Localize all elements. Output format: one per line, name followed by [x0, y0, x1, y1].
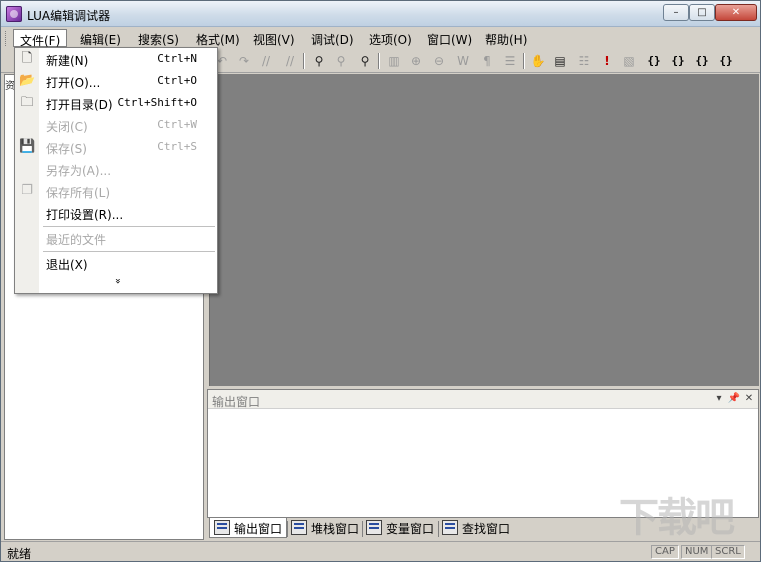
step-over-icon[interactable]: {} [667, 52, 689, 70]
output-panel-header: 输出窗口 ▾ 📌 ✕ [208, 390, 758, 409]
menu-window[interactable]: 窗口(W) [421, 29, 478, 47]
menu-grip[interactable] [5, 31, 8, 46]
menu-item-new[interactable]: 🗋 新建(N) Ctrl+N [15, 48, 217, 70]
menu-item-shortcut: Ctrl+W [157, 118, 197, 131]
menu-item-exit[interactable]: 退出(X) [15, 252, 217, 274]
panel-close-icon[interactable]: ✕ [742, 392, 756, 406]
output-panel-title: 输出窗口 [212, 395, 261, 409]
stack-icon[interactable]: ▤ [551, 52, 569, 70]
menu-item-label: 打开(O)... [46, 76, 101, 90]
menu-item-print-setup[interactable]: 打印设置(R)... [15, 202, 217, 224]
menu-item-label: 保存所有(L) [46, 186, 111, 200]
paragraph-icon[interactable]: ¶ [478, 52, 496, 70]
tab-label: 变量窗口 [386, 522, 435, 536]
menu-item-save-as[interactable]: 另存为(A)... [15, 158, 217, 180]
menu-view[interactable]: 视图(V) [247, 29, 301, 47]
menu-item-shortcut: Ctrl+O [157, 74, 197, 87]
menu-item-label: 另存为(A)... [46, 164, 112, 178]
tab-variables-window[interactable]: 变量窗口 [362, 518, 438, 538]
menu-item-shortcut: Ctrl+S [157, 140, 197, 153]
tab-label: 堆栈窗口 [311, 522, 360, 536]
run-to-cursor-icon[interactable]: {} [715, 52, 737, 70]
menu-item-label: 保存(S) [46, 142, 87, 156]
tab-label: 查找窗口 [462, 522, 511, 536]
output-window-icon [214, 520, 230, 535]
scrl-indicator: SCRL [711, 545, 745, 559]
menu-item-label: 打开目录(D) [46, 98, 113, 112]
step-out-icon[interactable]: {} [691, 52, 713, 70]
step-into-icon[interactable]: {} [643, 52, 665, 70]
status-bar: 就绪 CAP NUM SCRL [1, 541, 760, 561]
output-panel[interactable]: 输出窗口 ▾ 📌 ✕ [207, 389, 759, 518]
menu-item-open[interactable]: 📂 打开(O)... Ctrl+O [15, 70, 217, 92]
num-indicator: NUM [681, 545, 713, 559]
toolbar-separator [523, 53, 525, 69]
toolbar-separator [378, 53, 380, 69]
zoom-in-icon[interactable]: ⊕ [407, 52, 425, 70]
editor-area[interactable] [209, 74, 759, 386]
find-in-files-icon[interactable]: ⚲ [356, 52, 374, 70]
save-icon: 💾 [19, 139, 36, 154]
stack-window-icon [291, 520, 307, 535]
tab-output-window[interactable]: 输出窗口 [209, 518, 288, 538]
menu-file[interactable]: 文件(F) [13, 29, 68, 48]
menu-item-label: 退出(X) [46, 258, 88, 272]
window-title: LUA编辑调试器 [27, 9, 111, 23]
maximize-button[interactable]: □ [689, 4, 715, 21]
menu-edit[interactable]: 编辑(E) [74, 29, 127, 47]
bottom-tab-bar: 输出窗口 堆栈窗口 变量窗口 查找窗口 [207, 518, 759, 540]
menu-item-label: 新建(N) [46, 54, 89, 68]
open-directory-icon: 🗀 [20, 95, 34, 110]
find-icon[interactable]: ⚲ [310, 52, 328, 70]
menu-item-label: 关闭(C) [46, 120, 88, 134]
word-wrap-icon[interactable]: W [454, 52, 472, 70]
menu-search[interactable]: 搜索(S) [132, 29, 185, 47]
file-menu-dropdown: 🗋 新建(N) Ctrl+N 📂 打开(O)... Ctrl+O 🗀 打开目录(… [14, 47, 218, 294]
app-window: LUA编辑调试器 – □ ✕ 文件(F) 编辑(E) 搜索(S) 格式(M) 视… [0, 0, 761, 562]
breakpoint-icon[interactable]: ! [598, 52, 616, 70]
menu-item-label: 最近的文件 [46, 233, 107, 247]
menu-item-close[interactable]: 关闭(C) Ctrl+W [15, 114, 217, 136]
tab-stack-window[interactable]: 堆栈窗口 [287, 518, 363, 538]
indent-icon[interactable]: ☰ [501, 52, 519, 70]
find-next-icon[interactable]: ⚲ [332, 52, 350, 70]
title-bar[interactable]: LUA编辑调试器 – □ ✕ [1, 1, 760, 27]
list-icon[interactable]: ☷ [575, 52, 593, 70]
menu-item-label: 打印设置(R)... [46, 208, 124, 222]
cap-indicator: CAP [651, 545, 679, 559]
menu-bar: 文件(F) 编辑(E) 搜索(S) 格式(M) 视图(V) 调试(D) 选项(O… [1, 27, 760, 49]
menu-item-recent-files[interactable]: 最近的文件 [15, 227, 217, 249]
save-all-icon: ❐ [21, 183, 33, 198]
menu-item-save-all[interactable]: ❐ 保存所有(L) [15, 180, 217, 202]
redo-icon[interactable]: ↷ [235, 52, 253, 70]
toolbar-separator [303, 53, 305, 69]
menu-item-shortcut: Ctrl+Shift+O [117, 96, 197, 109]
panel-menu-icon[interactable]: ▾ [712, 392, 726, 406]
menu-format[interactable]: 格式(M) [190, 29, 246, 47]
menu-item-save[interactable]: 💾 保存(S) Ctrl+S [15, 136, 217, 158]
variables-window-icon [366, 520, 382, 535]
clear-icon[interactable]: ▧ [620, 52, 638, 70]
new-file-icon: 🗋 [21, 51, 33, 66]
hand-icon[interactable]: ✋ [529, 52, 547, 70]
tab-label: 输出窗口 [234, 522, 283, 536]
menu-options[interactable]: 选项(O) [363, 29, 418, 47]
pin-icon[interactable]: 📌 [727, 392, 741, 406]
menu-help[interactable]: 帮助(H) [479, 29, 533, 47]
expand-menu-icon[interactable]: » [110, 275, 124, 287]
app-icon [6, 6, 22, 22]
zoom-out-icon[interactable]: ⊖ [430, 52, 448, 70]
book-icon[interactable]: ▥ [385, 52, 403, 70]
menu-item-open-directory[interactable]: 🗀 打开目录(D) Ctrl+Shift+O [15, 92, 217, 114]
tab-find-window[interactable]: 查找窗口 [438, 518, 514, 538]
uncomment-icon[interactable]: // [281, 52, 299, 70]
open-folder-icon: 📂 [19, 73, 36, 88]
close-button[interactable]: ✕ [715, 4, 757, 21]
comment-icon[interactable]: // [257, 52, 275, 70]
status-text: 就绪 [7, 547, 32, 561]
find-window-icon [442, 520, 458, 535]
menu-debug[interactable]: 调试(D) [305, 29, 360, 47]
menu-item-shortcut: Ctrl+N [157, 52, 197, 65]
minimize-button[interactable]: – [663, 4, 689, 21]
